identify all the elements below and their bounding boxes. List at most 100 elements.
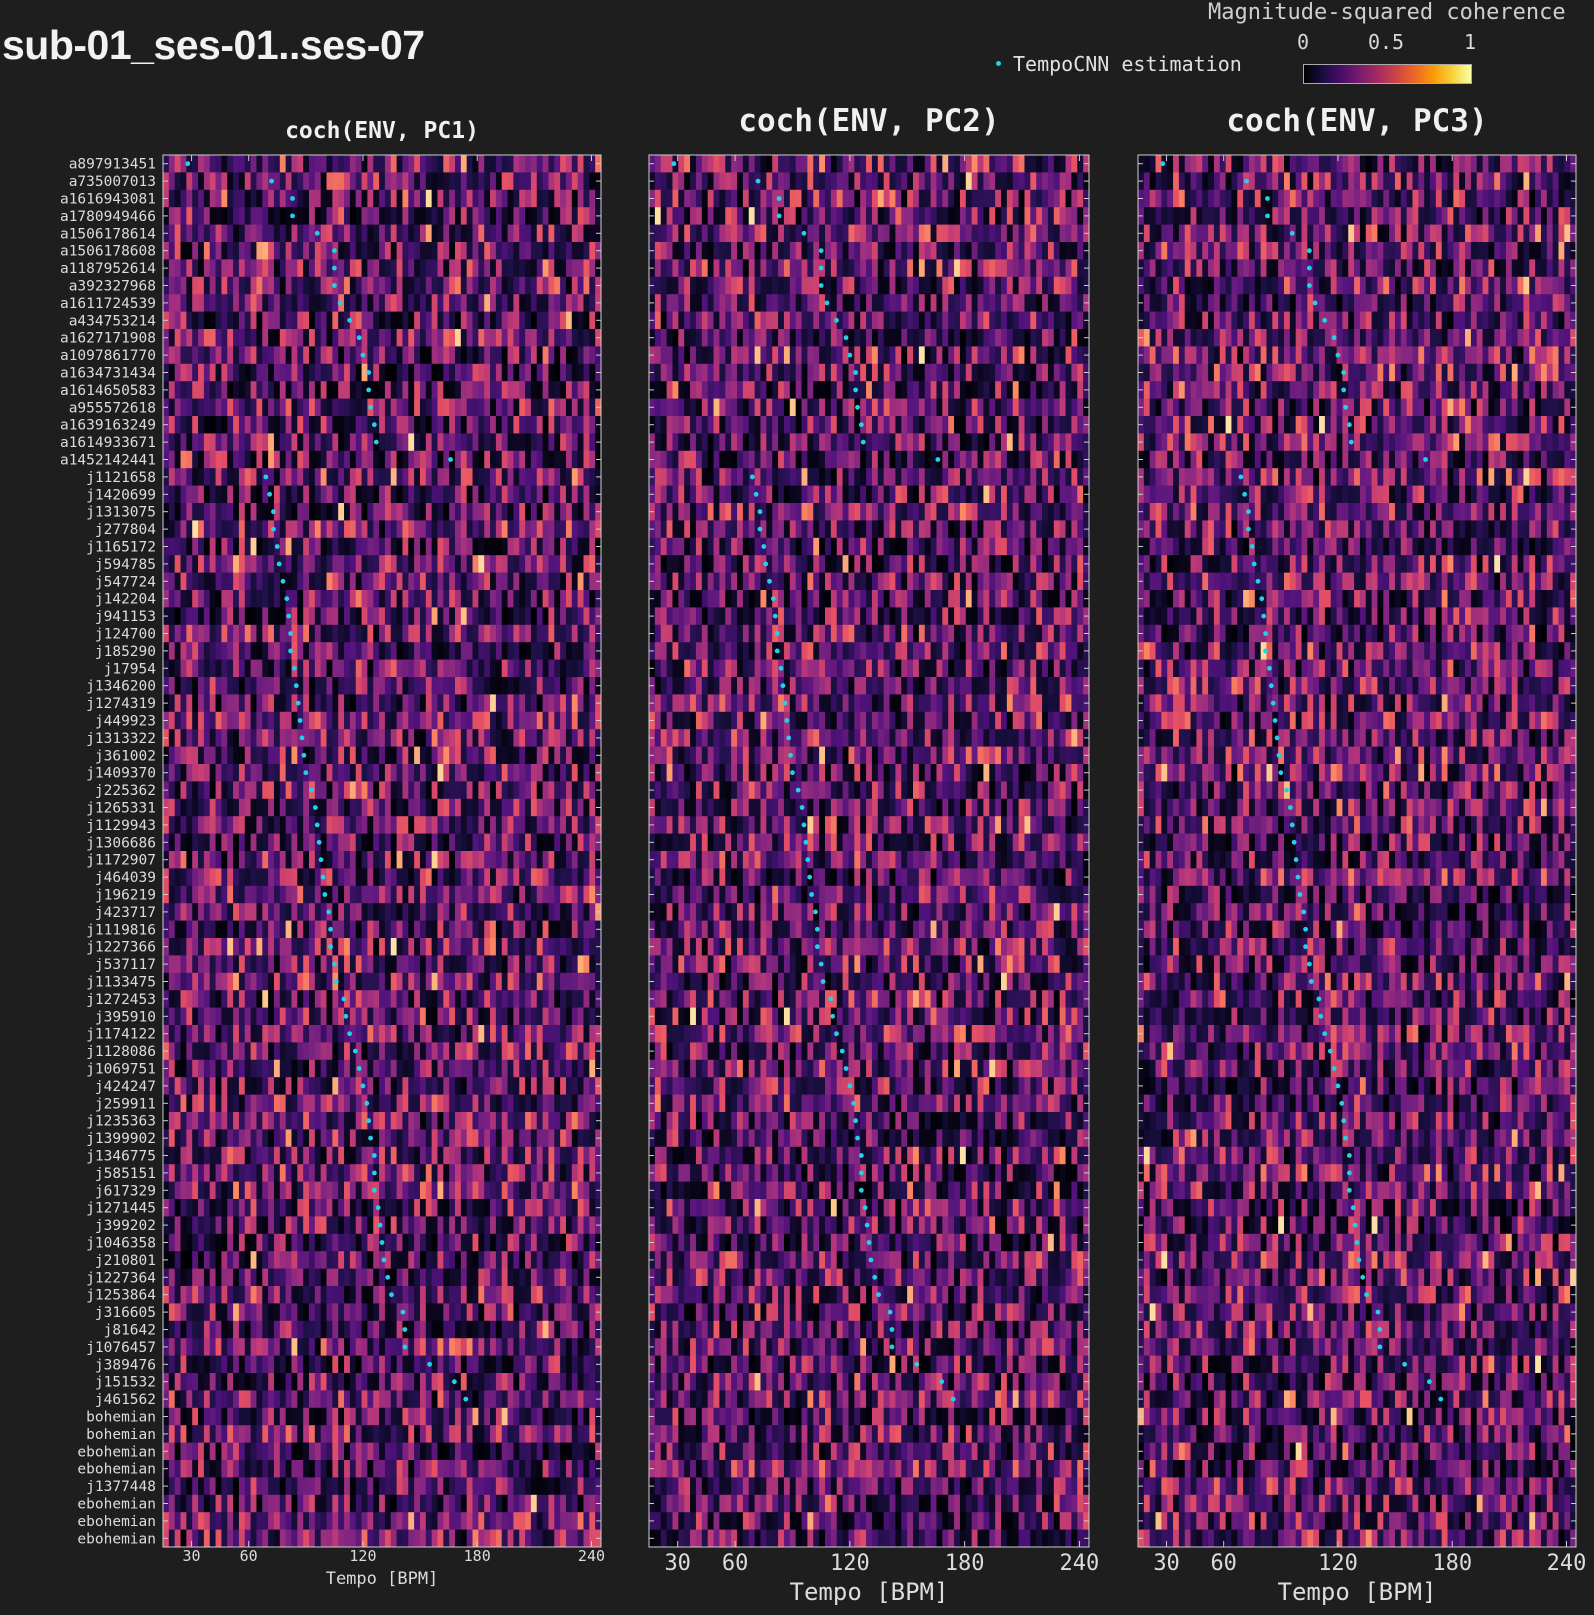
heatmap-cell <box>537 1199 543 1217</box>
heatmap-cell <box>583 503 589 521</box>
heatmap-cell <box>309 399 315 417</box>
heatmap-cell <box>461 329 467 347</box>
heatmap-cell <box>332 607 338 625</box>
heatmap-cell <box>414 433 420 451</box>
heatmap-cell <box>478 729 484 747</box>
heatmap-cell <box>362 955 368 973</box>
heatmap-cell <box>461 660 467 678</box>
heatmap-cell <box>432 225 438 243</box>
heatmap-cell <box>332 990 338 1008</box>
heatmap-cell <box>432 1286 438 1304</box>
heatmap-cell <box>350 677 356 695</box>
heatmap-cell <box>175 416 181 434</box>
heatmap-cell <box>508 486 514 504</box>
heatmap-cell <box>239 329 245 347</box>
heatmap-cell <box>233 225 239 243</box>
heatmap-cell <box>402 816 408 834</box>
heatmap-cell <box>508 799 514 817</box>
heatmap-cell <box>216 190 222 208</box>
heatmap-cell <box>198 242 204 260</box>
heatmap-cell <box>548 1060 554 1078</box>
heatmap-cell <box>385 538 391 556</box>
heatmap-cell <box>455 1286 461 1304</box>
heatmap-cell <box>327 1251 333 1269</box>
heatmap-cell <box>233 729 239 747</box>
heatmap-cell <box>367 1199 373 1217</box>
heatmap-cell <box>362 1234 368 1252</box>
heatmap-cell <box>426 538 432 556</box>
heatmap-cell <box>554 468 560 486</box>
heatmap-cell <box>233 190 239 208</box>
heatmap-cell <box>274 1182 280 1200</box>
heatmap-cell <box>373 1112 379 1130</box>
heatmap-cell <box>455 573 461 591</box>
heatmap-cell <box>496 1077 502 1095</box>
heatmap-cell <box>186 520 192 538</box>
heatmap-cell <box>344 1129 350 1147</box>
heatmap-cell <box>280 1008 286 1026</box>
heatmap-cell <box>221 486 227 504</box>
heatmap-cell <box>525 694 531 712</box>
heatmap-cell <box>373 1095 379 1113</box>
heatmap-cell <box>338 677 344 695</box>
heatmap-cell <box>397 712 403 730</box>
heatmap-cell <box>251 781 257 799</box>
heatmap-cell <box>221 1286 227 1304</box>
heatmap-cell <box>502 712 508 730</box>
heatmap-cell <box>169 1112 175 1130</box>
heatmap-cell <box>303 712 309 730</box>
heatmap-cell <box>198 346 204 364</box>
heatmap-cell <box>303 329 309 347</box>
heatmap-cell <box>484 399 490 417</box>
heatmap-cell <box>251 433 257 451</box>
heatmap-cell <box>391 1077 397 1095</box>
heatmap-cell <box>251 1129 257 1147</box>
heatmap-cell <box>402 555 408 573</box>
heatmap-cell <box>321 399 327 417</box>
heatmap-cell <box>443 1269 449 1287</box>
heatmap-cell <box>420 416 426 434</box>
heatmap-cell <box>560 1164 566 1182</box>
heatmap-cell <box>572 573 578 591</box>
heatmap-cell <box>519 538 525 556</box>
heatmap-cell <box>175 660 181 678</box>
heatmap-cell <box>251 886 257 904</box>
heatmap-cell <box>181 242 187 260</box>
heatmap-cell <box>297 1095 303 1113</box>
heatmap-cell <box>227 729 233 747</box>
heatmap-cell <box>467 1269 473 1287</box>
heatmap-cell <box>332 1042 338 1060</box>
heatmap-cell <box>367 242 373 260</box>
heatmap-cell <box>391 903 397 921</box>
heatmap-cell <box>239 225 245 243</box>
heatmap-cell <box>496 1025 502 1043</box>
heatmap-cell <box>420 921 426 939</box>
heatmap-cell <box>379 816 385 834</box>
heatmap-cell <box>379 259 385 277</box>
heatmap-cell <box>548 207 554 225</box>
heatmap-cell <box>280 764 286 782</box>
heatmap-cell <box>192 277 198 295</box>
heatmap-cell <box>210 381 216 399</box>
heatmap-cell <box>373 1077 379 1095</box>
heatmap-cell <box>397 1060 403 1078</box>
heatmap-cell <box>175 590 181 608</box>
heatmap-cell <box>566 190 572 208</box>
heatmap-cell <box>473 921 479 939</box>
heatmap-cell <box>274 781 280 799</box>
heatmap-cell <box>227 555 233 573</box>
heatmap-cell <box>484 973 490 991</box>
heatmap-cell <box>332 1095 338 1113</box>
heatmap-cell <box>531 294 537 312</box>
heatmap-cell <box>315 1303 321 1321</box>
heatmap-cell <box>327 868 333 886</box>
heatmap-cell <box>327 1129 333 1147</box>
heatmap-cell <box>414 729 420 747</box>
heatmap-cell <box>461 816 467 834</box>
heatmap-cell <box>256 468 262 486</box>
heatmap-cell <box>589 851 595 869</box>
heatmap-cell <box>560 607 566 625</box>
heatmap-cell <box>554 451 560 469</box>
heatmap-cell <box>537 694 543 712</box>
heatmap-cell <box>251 1042 257 1060</box>
